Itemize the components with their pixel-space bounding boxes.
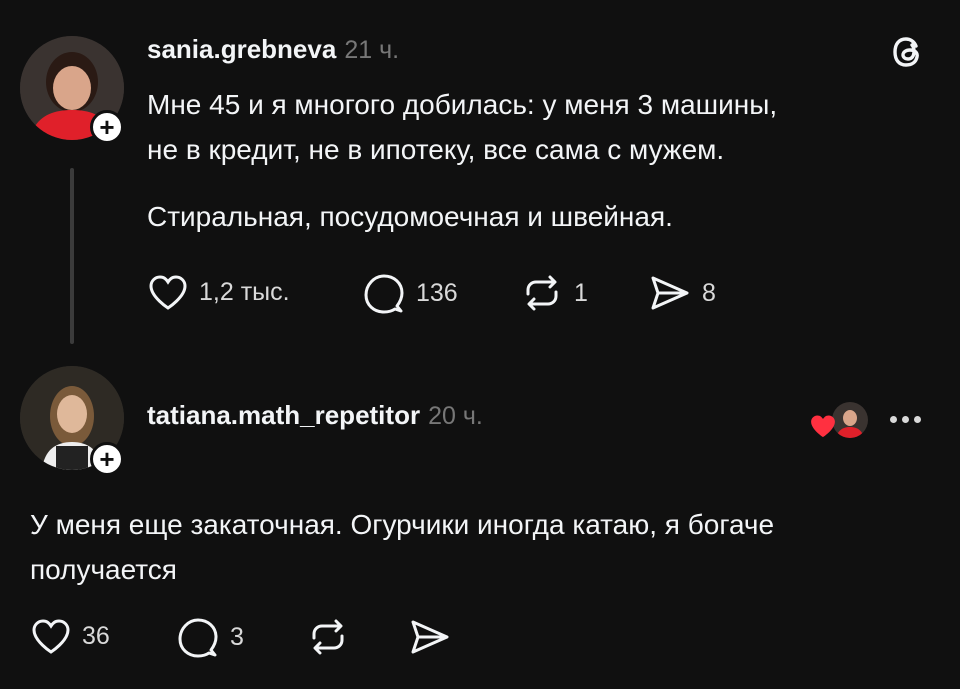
reply-like-button[interactable]: 36 bbox=[30, 616, 110, 656]
share-button[interactable]: 8 bbox=[648, 272, 716, 314]
repost-icon bbox=[312, 619, 344, 655]
threads-logo-icon[interactable] bbox=[886, 30, 930, 74]
thread-line bbox=[70, 168, 74, 344]
reply-text-line-1: У меня еще закаточная. Огурчики иногда к… bbox=[30, 509, 775, 540]
like-count: 1,2 тыс. bbox=[199, 277, 290, 306]
share-count: 8 bbox=[702, 278, 716, 307]
reply-username[interactable]: tatiana.math_repetitor bbox=[147, 400, 420, 431]
reply-repost-button[interactable] bbox=[306, 616, 350, 658]
more-dots-icon[interactable] bbox=[890, 416, 921, 423]
follow-plus-button[interactable]: + bbox=[90, 110, 124, 144]
send-icon bbox=[651, 276, 689, 310]
reply-like-count: 36 bbox=[82, 621, 110, 650]
reply-timestamp: 20 ч. bbox=[428, 402, 483, 430]
post-text: Мне 45 и я многого добилась: у меня 3 ма… bbox=[147, 82, 907, 239]
heart-icon bbox=[149, 275, 187, 310]
reply-text: У меня еще закаточная. Огурчики иногда к… bbox=[30, 502, 940, 592]
liked-by-author-badge bbox=[808, 400, 870, 440]
reply-count: 136 bbox=[416, 278, 458, 307]
reply-comment-count: 3 bbox=[230, 622, 244, 651]
heart-icon bbox=[811, 415, 835, 438]
post-text-line-2: не в кредит, не в ипотеку, все сама с му… bbox=[147, 134, 725, 165]
send-icon bbox=[411, 620, 449, 654]
repost-icon bbox=[526, 275, 558, 311]
follow-plus-button-reply[interactable]: + bbox=[90, 442, 124, 476]
post-text-line-3: Стиральная, посудомоечная и швейная. bbox=[147, 201, 673, 232]
like-button[interactable]: 1,2 тыс. bbox=[147, 272, 290, 312]
post-header: sania.grebneva 21 ч. bbox=[147, 34, 399, 65]
repost-button[interactable]: 1 bbox=[520, 272, 588, 314]
reply-button[interactable]: 136 bbox=[362, 272, 458, 314]
comment-icon bbox=[364, 274, 404, 314]
reply-text-line-2: получается bbox=[30, 554, 177, 585]
reply-share-button[interactable] bbox=[408, 616, 452, 658]
post-timestamp: 21 ч. bbox=[344, 36, 400, 64]
reply-header: tatiana.math_repetitor 20 ч. bbox=[147, 400, 483, 431]
heart-icon bbox=[32, 619, 70, 654]
reply-comment-button[interactable]: 3 bbox=[176, 616, 244, 658]
comment-icon bbox=[178, 618, 218, 658]
post-text-line-1: Мне 45 и я многого добилась: у меня 3 ма… bbox=[147, 89, 778, 120]
repost-count: 1 bbox=[574, 278, 588, 307]
post-username[interactable]: sania.grebneva bbox=[147, 34, 336, 65]
